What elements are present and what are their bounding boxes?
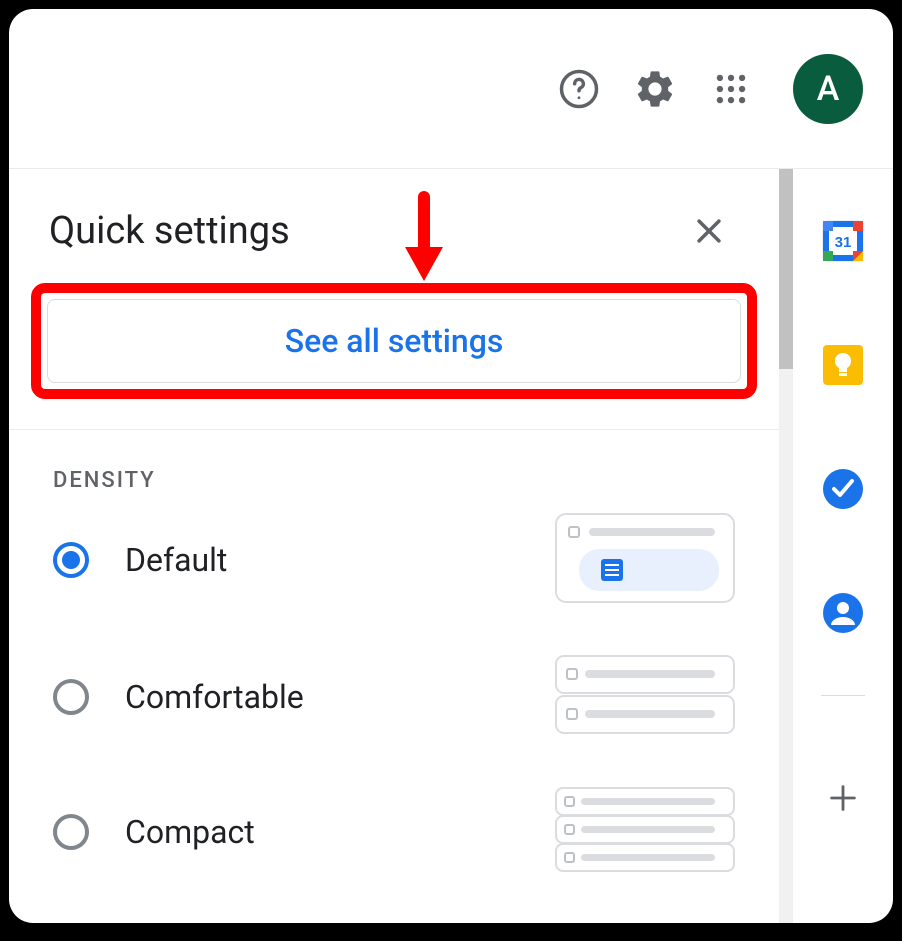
density-label: Default xyxy=(125,541,555,579)
calendar-app-icon[interactable]: 31 xyxy=(821,219,865,263)
avatar-initial: A xyxy=(817,69,840,109)
density-option-comfortable[interactable]: Comfortable xyxy=(53,655,735,739)
scrollbar-thumb[interactable] xyxy=(779,169,793,369)
gear-icon[interactable] xyxy=(631,65,679,113)
density-preview-default xyxy=(555,513,735,607)
help-icon[interactable] xyxy=(555,65,603,113)
add-app-icon[interactable] xyxy=(821,776,865,820)
density-preview-compact xyxy=(555,787,735,877)
side-rail: 31 xyxy=(793,169,893,923)
density-section-label: DENSITY xyxy=(9,430,779,513)
svg-text:31: 31 xyxy=(835,234,852,251)
radio-selected-icon xyxy=(53,542,89,578)
density-preview-comfortable xyxy=(555,655,735,739)
radio-unselected-icon xyxy=(53,814,89,850)
scrollbar[interactable] xyxy=(779,169,793,923)
density-label: Compact xyxy=(125,813,555,851)
density-option-default[interactable]: Default xyxy=(53,513,735,607)
rail-divider xyxy=(821,695,865,696)
account-avatar[interactable]: A xyxy=(793,54,863,124)
app-header: A xyxy=(9,9,893,169)
close-icon[interactable] xyxy=(689,211,729,251)
see-all-settings-button[interactable]: See all settings xyxy=(47,299,741,383)
tasks-app-icon[interactable] xyxy=(821,467,865,511)
density-option-compact[interactable]: Compact xyxy=(53,787,735,877)
radio-unselected-icon xyxy=(53,679,89,715)
keep-app-icon[interactable] xyxy=(821,343,865,387)
density-label: Comfortable xyxy=(125,678,555,716)
annotation-highlight-box: See all settings xyxy=(31,283,757,399)
apps-grid-icon[interactable] xyxy=(707,65,755,113)
panel-title: Quick settings xyxy=(49,209,290,253)
contacts-app-icon[interactable] xyxy=(821,591,865,635)
quick-settings-panel: Quick settings See all settings DENSITY … xyxy=(9,169,779,923)
